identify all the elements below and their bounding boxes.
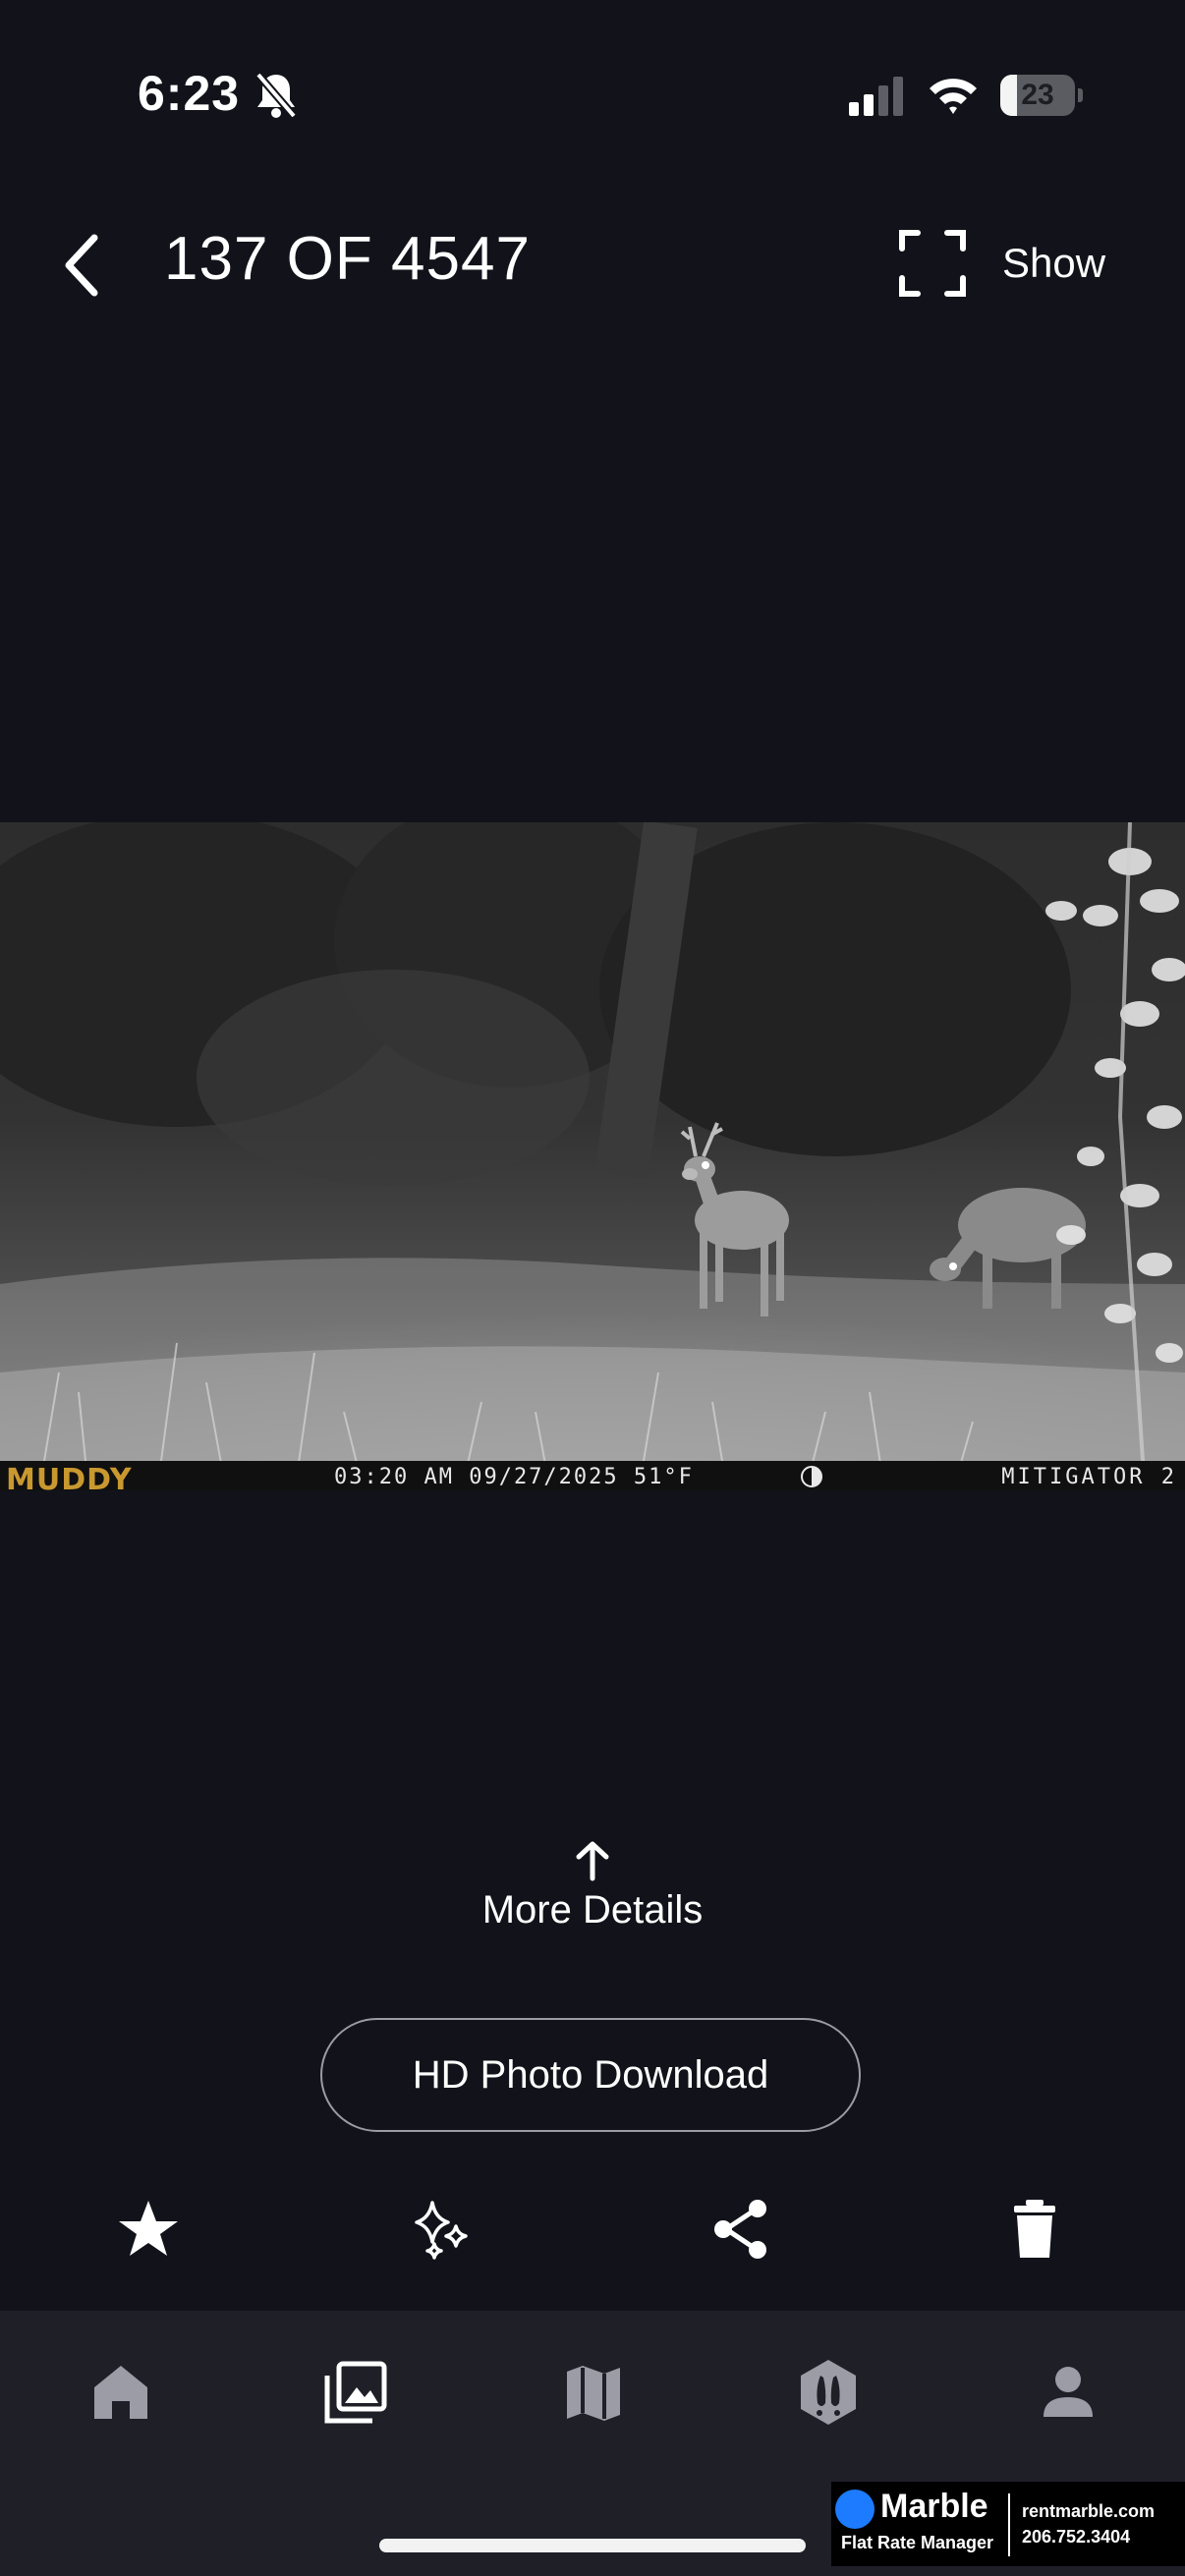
marble-logo-icon xyxy=(835,2490,875,2529)
hoof-print-icon[interactable] xyxy=(794,2358,863,2427)
trash-icon[interactable] xyxy=(1002,2197,1067,2262)
star-icon[interactable] xyxy=(116,2197,181,2262)
trail-camera-photo[interactable] xyxy=(0,822,1185,1490)
photo-counter: 137 OF 4547 xyxy=(164,225,531,293)
sparkles-icon[interactable] xyxy=(409,2197,474,2262)
camera-brand-logo: MUDDY xyxy=(6,1463,133,1497)
more-details-button[interactable]: More Details xyxy=(0,1839,1185,1932)
hd-photo-download-button[interactable]: HD Photo Download xyxy=(320,2018,861,2132)
marble-phone: 206.752.3404 xyxy=(1022,2527,1131,2547)
show-button[interactable]: Show xyxy=(898,228,1105,299)
status-time: 6:23 xyxy=(138,66,241,121)
more-details-label: More Details xyxy=(481,1888,704,1932)
moon-phase-icon xyxy=(801,1466,822,1487)
battery-icon: 23 xyxy=(1000,75,1083,116)
show-label: Show xyxy=(1002,240,1106,286)
share-icon[interactable] xyxy=(708,2197,773,2262)
battery-level: 23 xyxy=(1021,79,1054,111)
person-icon[interactable] xyxy=(1034,2358,1102,2427)
marble-divider xyxy=(1008,2493,1010,2556)
photo-timestamp: 03:20 AM 09/27/2025 51°F xyxy=(334,1465,694,1489)
marble-name: Marble xyxy=(880,2488,988,2525)
arrow-up-icon xyxy=(576,1841,609,1881)
cellular-signal-icon xyxy=(849,77,903,116)
marble-tagline: Flat Rate Manager xyxy=(841,2533,994,2552)
marble-url: rentmarble.com xyxy=(1022,2501,1156,2521)
gallery-icon[interactable] xyxy=(321,2358,390,2427)
bell-slash-icon xyxy=(254,72,298,119)
wifi-icon xyxy=(930,79,977,114)
home-indicator xyxy=(379,2539,806,2552)
chevron-left-icon[interactable] xyxy=(55,228,110,303)
marble-ad-watermark: Marble Flat Rate Manager rentmarble.com … xyxy=(831,2482,1185,2566)
map-icon[interactable] xyxy=(559,2358,628,2427)
home-icon[interactable] xyxy=(86,2358,155,2427)
fullscreen-icon xyxy=(899,230,966,297)
camera-name: MITIGATOR 2 xyxy=(1001,1465,1177,1489)
